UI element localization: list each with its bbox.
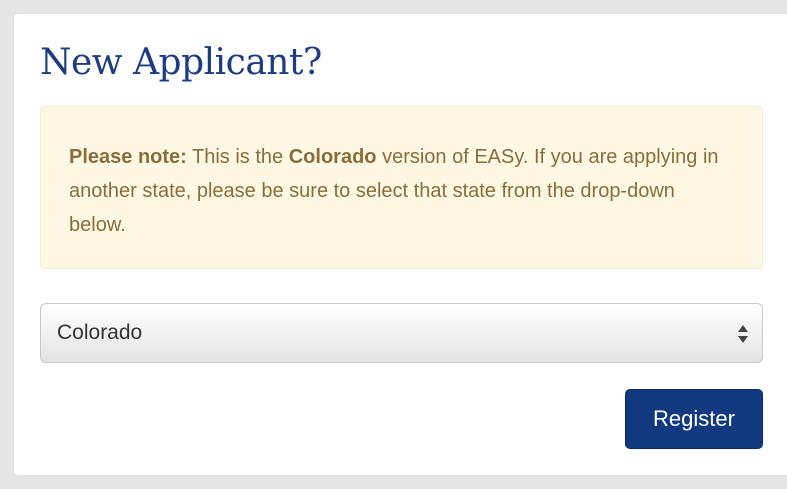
page-title: New Applicant? (40, 42, 322, 83)
state-select-value: Colorado (57, 321, 143, 344)
state-notice-alert: Please note: This is the Colorado versio… (40, 106, 763, 269)
state-select[interactable]: Colorado (40, 303, 763, 363)
notice-text-1: This is the (186, 146, 289, 168)
updown-arrows-icon (737, 323, 749, 345)
notice-state-name: Colorado (288, 146, 377, 168)
register-button[interactable]: Register (625, 389, 763, 449)
notice-label: Please note: (69, 146, 187, 168)
new-applicant-panel: New Applicant? Please note: This is the … (14, 14, 787, 475)
